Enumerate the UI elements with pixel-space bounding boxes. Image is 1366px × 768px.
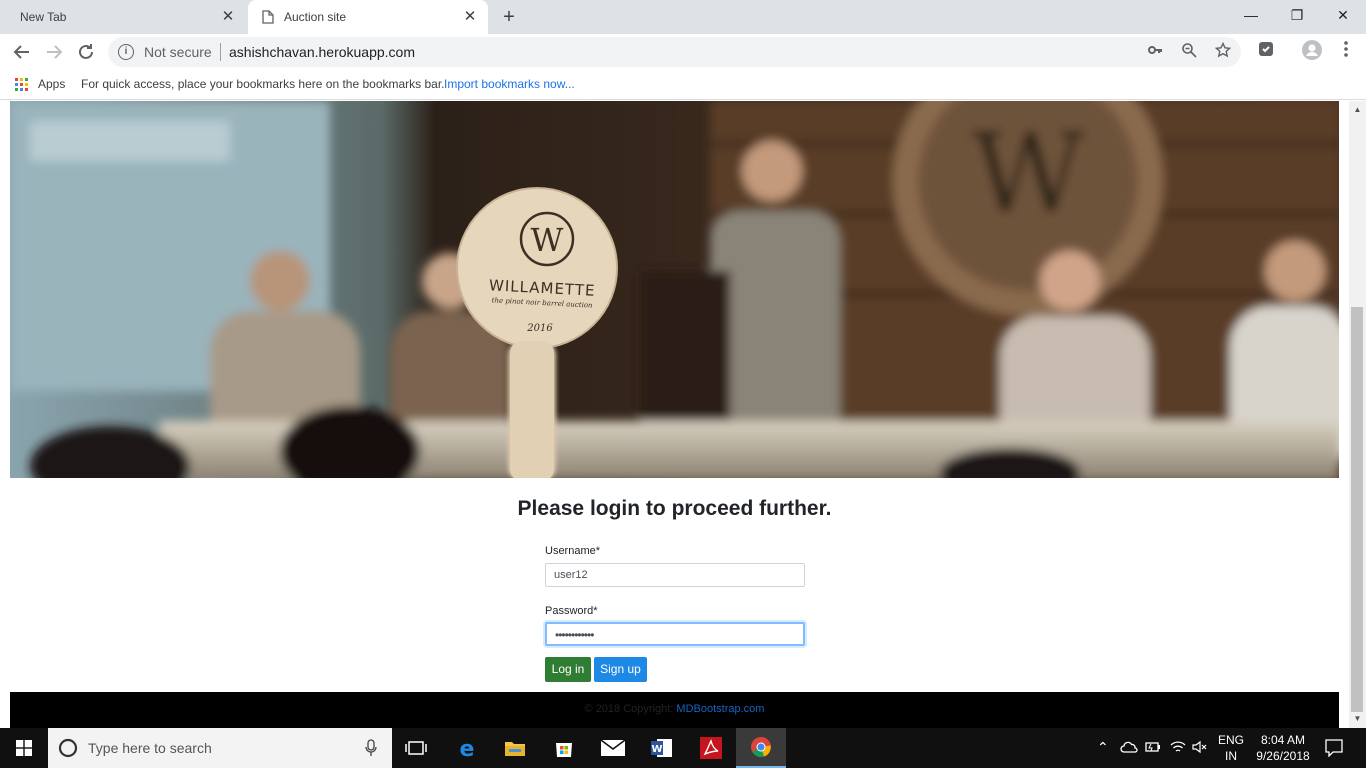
battery-icon[interactable] — [1145, 741, 1161, 753]
mail-icon[interactable] — [589, 728, 637, 768]
microphone-icon[interactable] — [365, 739, 377, 757]
reload-icon[interactable] — [74, 40, 98, 64]
hero-image: W W WILLAMETTE the pinot noir barrel auc… — [10, 101, 1339, 478]
address-bar[interactable]: i Not secure ashishchavan.herokuapp.com — [108, 37, 1241, 67]
browser-tab-strip: New Tab ✕ Auction site ✕ + — ❐ ✕ — [0, 0, 1366, 34]
clock-date[interactable]: 9/26/2018 — [1250, 749, 1316, 763]
login-button[interactable]: Log in — [545, 657, 591, 682]
page-scrollbar[interactable]: ▲ ▼ — [1349, 101, 1366, 728]
paddle-year: 2016 — [526, 323, 553, 334]
url-text[interactable]: ashishchavan.herokuapp.com — [229, 44, 415, 60]
tab-title: New Tab — [20, 10, 67, 24]
clock-time[interactable]: 8:04 AM — [1250, 733, 1316, 747]
store-icon[interactable] — [540, 728, 588, 768]
back-icon[interactable] — [10, 40, 34, 64]
footer-copyright: © 2018 Copyright: — [584, 703, 677, 715]
action-center-icon[interactable] — [1325, 739, 1343, 757]
security-label[interactable]: Not secure — [144, 44, 212, 60]
bookmarks-bar: Apps For quick access, place your bookma… — [0, 70, 1366, 100]
import-bookmarks-link[interactable]: Import bookmarks now... — [444, 77, 575, 91]
info-icon[interactable]: i — [118, 44, 134, 60]
extension-icon[interactable] — [1254, 40, 1278, 64]
language-code[interactable]: ENG — [1217, 733, 1245, 747]
key-icon[interactable] — [1145, 42, 1165, 62]
auction-photo: W W WILLAMETTE the pinot noir barrel auc… — [10, 101, 1339, 478]
zoom-icon[interactable] — [1179, 42, 1199, 62]
windows-logo-icon — [16, 740, 32, 756]
page-icon — [262, 10, 274, 24]
footer-link[interactable]: MDBootstrap.com — [676, 703, 764, 715]
file-explorer-icon[interactable] — [491, 728, 539, 768]
svg-text:e: e — [460, 737, 475, 759]
word-icon[interactable]: W — [638, 728, 686, 768]
signup-button[interactable]: Sign up — [594, 657, 647, 682]
apps-icon[interactable] — [15, 78, 28, 91]
chrome-taskbar-icon[interactable] — [736, 728, 786, 768]
start-button[interactable] — [0, 728, 48, 768]
password-label: Password* — [545, 605, 598, 617]
forward-icon[interactable] — [42, 40, 66, 64]
paddle-monogram: W — [531, 221, 564, 259]
close-tab-icon[interactable]: ✕ — [220, 9, 236, 25]
taskbar-search-box[interactable]: Type here to search — [48, 728, 392, 768]
omnibox-divider — [220, 43, 221, 61]
onedrive-cloud-icon[interactable] — [1120, 740, 1138, 754]
new-tab-button[interactable]: + — [498, 6, 520, 28]
cortana-circle-icon — [58, 738, 78, 758]
search-placeholder: Type here to search — [88, 740, 212, 756]
tab-auction-site[interactable]: Auction site ✕ — [248, 0, 488, 34]
page-footer: © 2018 Copyright: MDBootstrap.com — [10, 692, 1339, 728]
username-label: Username* — [545, 545, 601, 557]
edge-icon[interactable]: e — [443, 728, 491, 768]
volume-muted-icon[interactable] — [1192, 740, 1208, 754]
wifi-icon[interactable] — [1170, 740, 1186, 754]
tray-overflow-chevron-icon[interactable]: ⌃ — [1097, 739, 1109, 756]
tab-new-tab[interactable]: New Tab ✕ — [8, 0, 246, 34]
close-window-button[interactable]: ✕ — [1320, 0, 1366, 30]
profile-avatar-icon[interactable] — [1300, 40, 1324, 64]
star-icon[interactable] — [1213, 41, 1233, 62]
password-input[interactable]: •••••••••••• — [545, 622, 805, 646]
menu-kebab-icon[interactable] — [1334, 40, 1358, 64]
page-title: Please login to proceed further. — [517, 497, 832, 520]
windows-taskbar: Type here to search e W ⌃ ENG IN 8:04 AM… — [0, 728, 1366, 768]
scroll-down-arrow-icon[interactable]: ▼ — [1349, 712, 1366, 726]
username-input[interactable]: user12 — [545, 563, 805, 587]
close-tab-icon[interactable]: ✕ — [462, 9, 478, 25]
browser-toolbar: i Not secure ashishchavan.herokuapp.com — [0, 34, 1366, 70]
restore-button[interactable]: ❐ — [1274, 0, 1320, 30]
task-view-icon[interactable] — [392, 728, 440, 768]
bookmarks-hint: For quick access, place your bookmarks h… — [81, 77, 445, 91]
apps-link[interactable]: Apps — [38, 77, 65, 91]
scroll-thumb[interactable] — [1351, 307, 1363, 712]
svg-text:W: W — [651, 744, 662, 755]
language-region[interactable]: IN — [1217, 749, 1245, 763]
scroll-up-arrow-icon[interactable]: ▲ — [1349, 103, 1366, 117]
tab-title: Auction site — [284, 10, 347, 24]
minimize-button[interactable]: — — [1228, 0, 1274, 30]
svg-text:W: W — [971, 109, 1084, 237]
acrobat-icon[interactable] — [687, 728, 735, 768]
